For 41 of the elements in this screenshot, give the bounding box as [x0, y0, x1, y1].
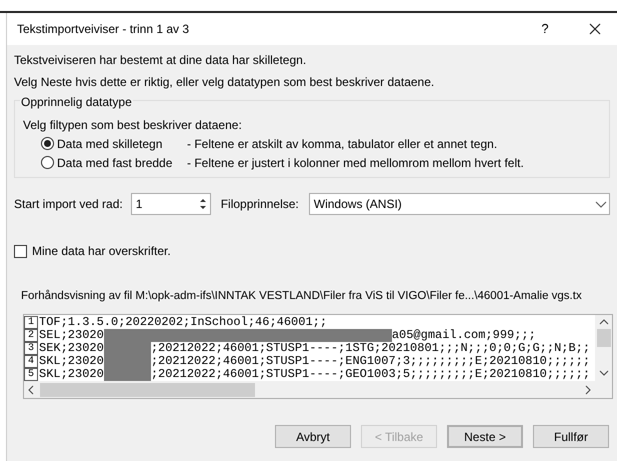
- help-button[interactable]: ?: [535, 19, 555, 39]
- option-description: - Feltene er atskilt av komma, tabulator eller et annet tegn.: [187, 136, 498, 152]
- origin-label: Filopprinnelse:: [220, 196, 299, 213]
- dialog-button[interactable]: Neste >: [447, 425, 523, 448]
- preview-line: TOF;1.3.5.0;20220202;InSchool;46;46001;;: [39, 316, 328, 330]
- preview-line: ;20212022;46001;STUSP1----;1STG;20210801;;;N;;;0;0;G;G;;N;B;;: [150, 342, 590, 356]
- line-number: 2: [24, 329, 38, 342]
- preview-line: ;20212022;46001;STUSP1----;ENG1007;3;;;;;;;;;E;20210810;;;;;;: [150, 355, 590, 368]
- preview-line: SKL;23020: [39, 355, 104, 368]
- origin-dropdown[interactable]: Windows (ANSI): [308, 193, 610, 215]
- vertical-scrollbar[interactable]: [595, 315, 612, 398]
- preview-line: SEK;23020: [39, 342, 104, 356]
- radio-button[interactable]: [41, 137, 54, 150]
- scrollbar-thumb[interactable]: [596, 329, 610, 348]
- preview-caption: Forhåndsvisning av fil M:\opk-adm-ifs\INNTAK VESTLAND\Filer fra ViS til VIGO\Filer fe...\46001-Amalie vgs.tx: [20, 288, 583, 304]
- dialog-button[interactable]: Avbryt: [275, 425, 351, 448]
- dialog-button[interactable]: Fullfør: [533, 425, 609, 448]
- preview-line: SKL;23020: [39, 368, 104, 382]
- line-number: 1: [24, 316, 38, 330]
- preview-line: SEL;23020: [39, 329, 104, 342]
- prompt-text: Velg filtypen som best beskriver dataene:: [23, 117, 243, 134]
- horizontal-scrollbar[interactable]: [24, 381, 595, 398]
- line-number: 4: [24, 355, 38, 368]
- preview-line: a05@gmail.com;999;;;: [392, 329, 536, 342]
- preview-line: ;20212022;46001;STUSP1----;GEO1003;5;;;;;;;;;E;20210810;;;;;;: [150, 368, 590, 382]
- radio-label[interactable]: Data med skilletegn: [57, 134, 187, 152]
- start-row-spinner[interactable]: 1: [130, 193, 211, 215]
- line-number: 3: [24, 342, 38, 356]
- checkbox-label[interactable]: Mine data har overskrifter.: [32, 242, 171, 260]
- option-description: - Feltene er justert i kolonner med mellomrom mellom hvert felt.: [187, 154, 524, 172]
- redaction-block: [104, 368, 151, 382]
- close-icon[interactable]: [589, 23, 601, 35]
- window-title: Tekstimportveiviser - trinn 1 av 3: [17, 21, 190, 38]
- radio-label[interactable]: Data med fast bredde: [57, 154, 187, 172]
- scrollbar-thumb[interactable]: [40, 382, 255, 397]
- instruction-text: Tekstveiviseren har bestemt at dine data har skilletegn.: [14, 52, 308, 69]
- line-number: 5: [24, 368, 38, 382]
- start-row-label: Start import ved rad:: [14, 196, 123, 213]
- instruction-text: Velg Neste hvis dette er riktig, eller velg datatypen som best beskriver dataene.: [14, 74, 436, 91]
- radio-button[interactable]: [41, 156, 54, 169]
- checkbox[interactable]: [14, 244, 27, 258]
